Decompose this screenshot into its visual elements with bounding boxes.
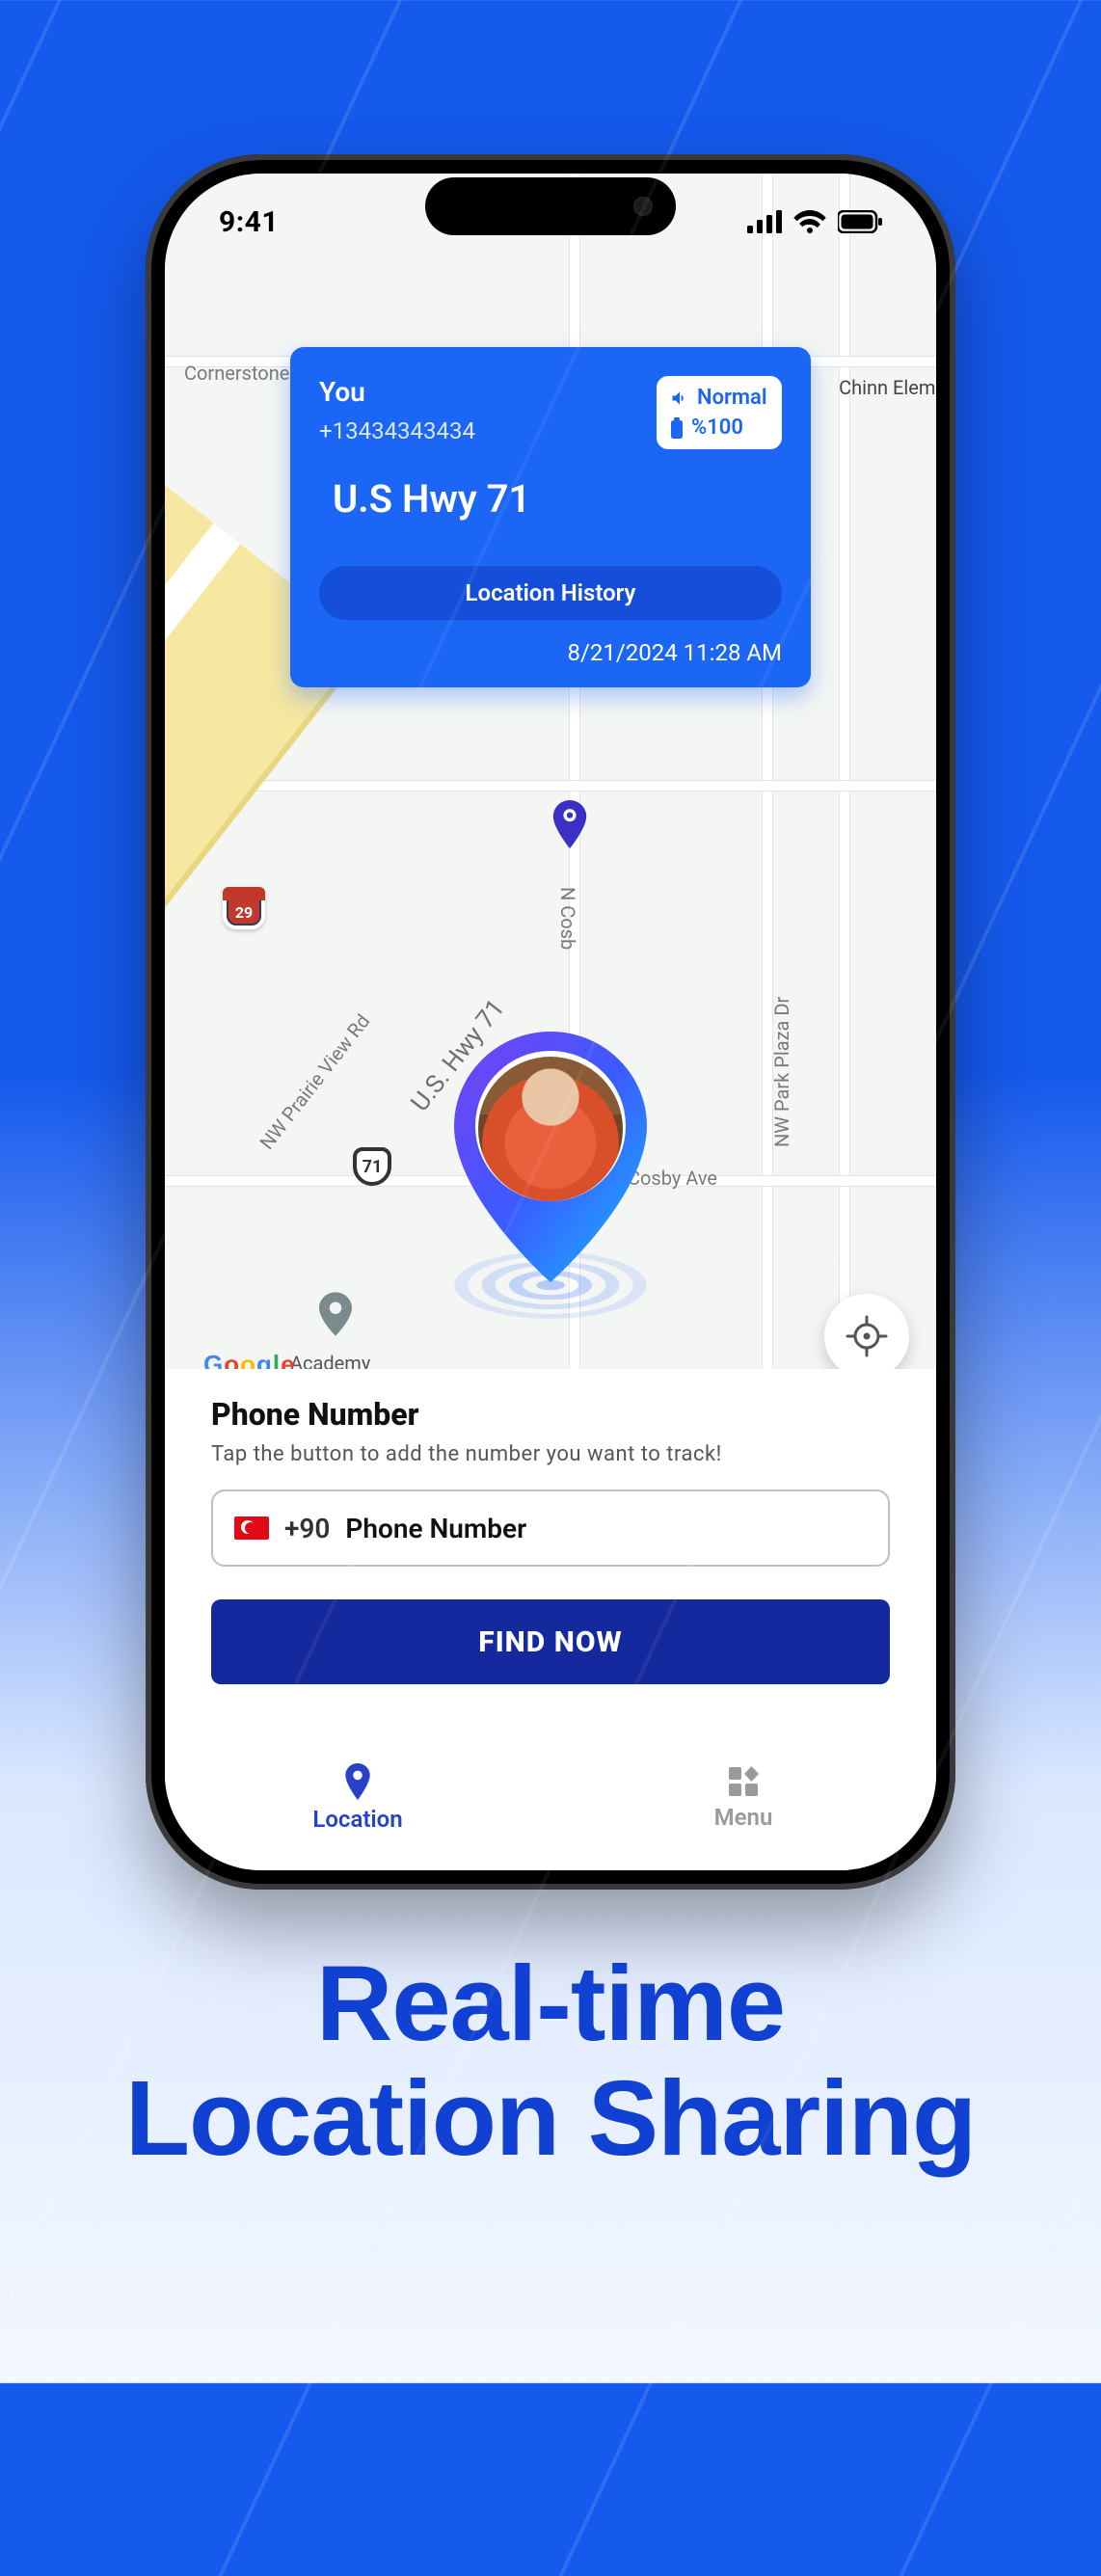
status-indicators [747,210,882,233]
cellular-icon [747,210,782,233]
map-label-ncosby: N Cosb [556,887,579,950]
location-info-card: You +13434343434 Normal %100 [290,347,811,687]
map-label-prairie: NW Prairie View Rd [255,1009,374,1153]
nav-location-label: Location [312,1806,402,1833]
user-avatar [478,1057,623,1201]
user-location-pin[interactable] [444,1032,657,1321]
caption-line2: Location Sharing [0,2062,1101,2177]
phone-placeholder: Phone Number [345,1513,526,1544]
crosshair-icon [846,1315,888,1357]
status-time: 9:41 [219,205,279,239]
battery-icon [838,210,882,233]
location-pin-icon [342,1763,373,1800]
panel-title: Phone Number [211,1396,890,1433]
nav-location[interactable]: Location [165,1745,550,1851]
bottom-nav: Location Menu [165,1745,936,1851]
find-now-button[interactable]: FIND NOW [211,1599,890,1684]
secondary-pin-icon[interactable] [550,800,589,848]
device-status-chip: Normal %100 [657,376,782,449]
sound-mode: Normal [697,386,767,410]
card-timestamp: 8/21/2024 11:28 AM [319,639,782,666]
map-label-cornerstone: Cornerstone [184,362,289,385]
map-label-chinn: Chinn Eleme [839,376,936,399]
route-shield-icon: 71 [353,1147,391,1186]
phone-input[interactable]: +90 Phone Number [211,1489,890,1567]
card-title-you: You [319,376,475,408]
map-marker-icon [319,1292,352,1336]
interstate-shield-icon: 29 [223,887,265,929]
card-address: U.S Hwy 71 [333,476,782,522]
nav-menu[interactable]: Menu [550,1745,936,1851]
menu-grid-icon [727,1765,760,1798]
panel-hint: Tap the button to add the number you wan… [211,1442,890,1466]
location-history-button[interactable]: Location History [319,566,782,620]
nav-menu-label: Menu [714,1804,773,1831]
caption-line1: Real-time [0,1947,1101,2062]
flag-turkey-icon[interactable] [234,1516,269,1540]
battery-level: %100 [691,416,743,440]
promo-caption: Real-time Location Sharing [0,1947,1101,2177]
map-label-parkplaza: NW Park Plaza Dr [770,997,793,1147]
device-notch [425,177,676,235]
sound-icon [670,389,689,408]
wifi-icon [793,210,826,233]
battery-small-icon [670,417,684,439]
card-phone-number: +13434343434 [319,417,475,444]
phone-frame: 9:41 Cornerstone Chinn Eleme NW Prairie … [146,154,955,1890]
screen: 9:41 Cornerstone Chinn Eleme NW Prairie … [165,174,936,1870]
recenter-button[interactable] [824,1294,909,1379]
country-code[interactable]: +90 [284,1513,330,1544]
